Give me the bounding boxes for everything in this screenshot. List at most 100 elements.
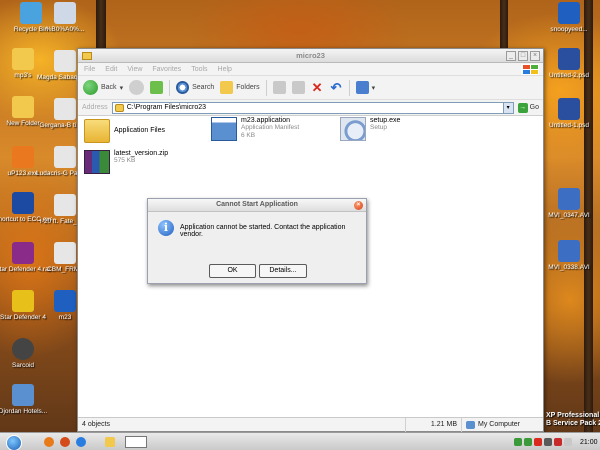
photoshop-file-icon [558, 98, 580, 120]
info-icon: i [158, 220, 174, 236]
folder-icon [12, 48, 34, 70]
desktop-icon-djordan[interactable]: Djordan Hotels... [0, 384, 52, 416]
desktop-icon-untitled-1[interactable]: Untitled-1.psd [540, 98, 598, 130]
address-label: Address [82, 104, 108, 111]
audio-file-icon [54, 146, 76, 168]
forward-button[interactable] [129, 80, 145, 95]
dialog-title: Cannot Start Application × [148, 199, 366, 212]
file-icon [54, 2, 76, 24]
clock[interactable]: 21:00 [580, 439, 598, 446]
menu-tools[interactable]: Tools [191, 66, 207, 73]
photoshop-file-icon [558, 2, 580, 24]
menu-edit[interactable]: Edit [105, 66, 117, 73]
address-dropdown-button[interactable]: ▾ [502, 102, 513, 113]
dialog-close-button[interactable]: × [354, 201, 363, 210]
desktop-icon-untitled-2[interactable]: Untitled-2.psd [540, 48, 598, 80]
views-button[interactable]: ▾ [355, 81, 376, 94]
tray-antivirus-icon[interactable] [534, 438, 542, 446]
tray-app-icon[interactable] [554, 438, 562, 446]
window-controls: _ □ × [506, 51, 540, 61]
file-item-application-files[interactable]: Application Files [84, 119, 165, 143]
photoshop-file-icon [558, 48, 580, 70]
close-button[interactable]: × [530, 51, 540, 61]
toolbar-separator [169, 79, 171, 96]
file-item-setup-exe[interactable]: setup.exe Setup [340, 117, 400, 141]
firefox-icon[interactable] [44, 437, 54, 447]
taskbar-window-button[interactable] [125, 436, 147, 448]
folder-icon [12, 96, 34, 118]
window-title: micro23 [296, 51, 325, 60]
details-button[interactable]: Details... [259, 264, 307, 278]
tray-language-icon[interactable] [564, 438, 572, 446]
browser-icon[interactable] [60, 437, 70, 447]
file-item-latest-version-zip[interactable]: latest_version.zip 575 KB [84, 150, 168, 174]
address-input[interactable]: C:\Program Files\micro23 ▾ [111, 101, 514, 114]
audio-file-icon [54, 50, 76, 72]
back-button[interactable]: Back ▾ [83, 80, 123, 95]
go-button[interactable]: → Go [517, 102, 539, 113]
status-size: 1.21 MB [406, 417, 462, 432]
shortcut-icon [12, 192, 34, 214]
file-item-m23-application[interactable]: m23.application Application Manifest 6 K… [211, 117, 299, 141]
up-folder-icon[interactable] [150, 81, 164, 94]
status-location: My Computer [462, 418, 520, 432]
menu-bar: File Edit View Favorites Tools Help [78, 63, 543, 76]
tray-volume-icon[interactable] [544, 438, 552, 446]
maximize-button[interactable]: □ [518, 51, 528, 61]
menu-file[interactable]: File [84, 66, 95, 73]
toolbar: Back ▾ Search Folders ✕ ↶ ▾ [78, 76, 543, 100]
desktop-icon-sarcoid[interactable]: Sarcoid [0, 338, 52, 370]
undo-icon[interactable]: ↶ [330, 81, 343, 94]
audio-file-icon [54, 98, 76, 120]
archive-icon [12, 242, 34, 264]
menu-help[interactable]: Help [218, 66, 232, 73]
copy-to-icon[interactable] [291, 81, 305, 94]
desktop-icon-mvi-0347[interactable]: MVI_0347.AVI [540, 188, 598, 220]
error-dialog[interactable]: Cannot Start Application × i Application… [147, 198, 367, 284]
toolbar-separator [348, 79, 350, 96]
media-icon[interactable] [76, 437, 86, 447]
tray-network-icon[interactable] [514, 438, 522, 446]
chevron-down-icon: ▾ [371, 84, 376, 92]
status-object-count: 4 objects [78, 417, 406, 432]
xp-edition-watermark: XP Professional B Service Pack 2 [546, 412, 600, 427]
app-icon [12, 146, 34, 168]
clock-icon [12, 338, 34, 360]
desktop-icon-snoopy[interactable]: snoopyeed... [540, 2, 598, 34]
toolbar-separator [265, 79, 267, 96]
document-icon [54, 242, 76, 264]
desktop-icon-b0a0[interactable]: %B0%A0%... [36, 2, 94, 34]
move-to-icon[interactable] [272, 81, 286, 94]
system-tray: 21:00 [510, 433, 600, 450]
dialog-message: Application cannot be started. Contact t… [180, 224, 346, 238]
search-icon [176, 81, 190, 94]
search-button[interactable]: Search [176, 81, 214, 94]
desktop-icon-mvi-0338[interactable]: MVI_0338.AVI [540, 240, 598, 272]
menu-favorites[interactable]: Favorites [152, 66, 181, 73]
ok-button[interactable]: OK [209, 264, 256, 278]
window-titlebar[interactable]: micro23 _ □ × [78, 49, 543, 63]
folder-icon [114, 103, 124, 112]
manifest-icon [211, 117, 237, 141]
setup-icon [340, 117, 366, 141]
archive-icon [84, 150, 110, 174]
video-file-icon [558, 188, 580, 210]
start-button[interactable] [6, 435, 22, 450]
taskbar: 21:00 [0, 432, 600, 450]
my-computer-icon [466, 420, 475, 429]
tray-network-icon[interactable] [524, 438, 532, 446]
video-file-icon [558, 240, 580, 262]
folders-icon [220, 81, 234, 94]
folders-button[interactable]: Folders [220, 81, 260, 94]
chevron-down-icon: ▾ [119, 84, 124, 92]
folder-icon [84, 119, 110, 143]
back-arrow-icon [83, 80, 98, 95]
minimize-button[interactable]: _ [506, 51, 516, 61]
audio-file-icon [54, 194, 76, 216]
address-bar: Address C:\Program Files\micro23 ▾ → Go [78, 100, 543, 116]
folder-icon[interactable] [105, 437, 115, 447]
delete-icon[interactable]: ✕ [311, 81, 324, 94]
windows-logo-icon [521, 64, 539, 75]
menu-view[interactable]: View [127, 66, 142, 73]
game-icon [12, 290, 34, 312]
